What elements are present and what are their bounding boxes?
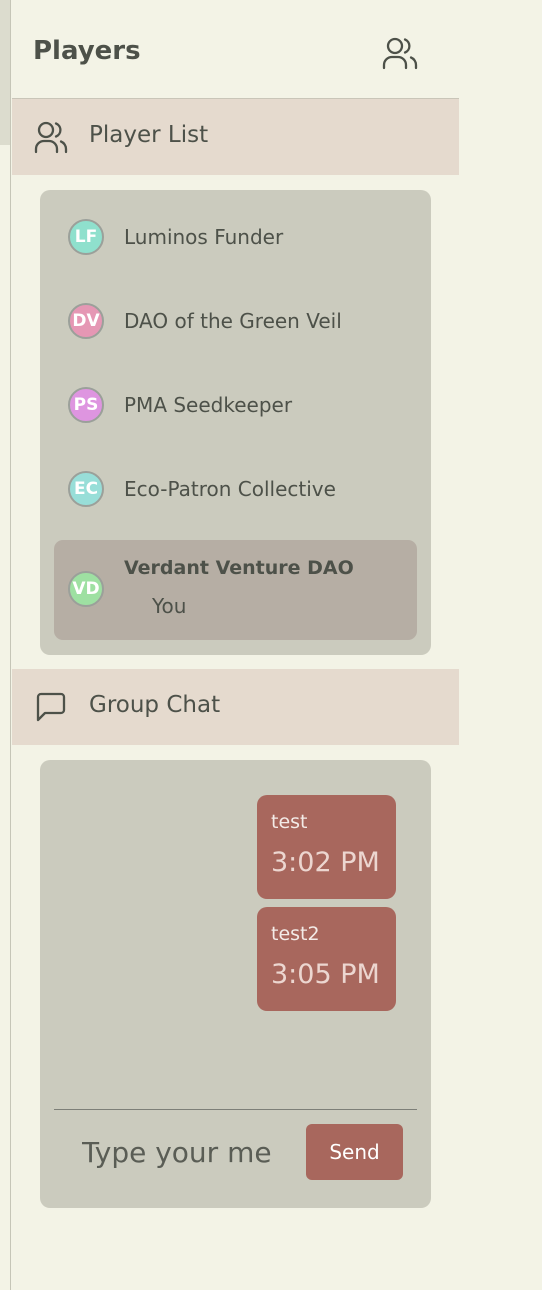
message-text: test2 — [271, 923, 320, 945]
player-item[interactable]: LF Luminos Funder — [54, 200, 417, 276]
group-chat-toggle[interactable]: Group Chat — [12, 669, 459, 745]
avatar: EC — [68, 471, 104, 507]
users-icon — [34, 121, 68, 154]
player-name: PMA Seedkeeper — [124, 393, 293, 417]
group-chat-label: Group Chat — [89, 692, 221, 718]
players-panel: Players Player List LF Luminos Funder DV… — [12, 0, 459, 1290]
player-item[interactable]: PS PMA Seedkeeper — [54, 368, 417, 444]
chat-message[interactable]: test2 3:05 PM — [257, 907, 396, 1011]
left-panel-border — [10, 0, 11, 1290]
player-name: DAO of the Green Veil — [124, 309, 342, 333]
chat-bubble-icon — [36, 692, 66, 722]
avatar: PS — [68, 387, 104, 423]
panel-title: Players — [33, 36, 141, 66]
player-name: Luminos Funder — [124, 225, 284, 249]
player-list-toggle[interactable]: Player List — [12, 99, 459, 175]
player-item-current[interactable]: VD Verdant Venture DAO You — [54, 540, 417, 640]
panel-header: Players — [12, 0, 459, 99]
avatar: LF — [68, 219, 104, 255]
current-player-tag: You — [152, 594, 187, 618]
player-item[interactable]: DV DAO of the Green Veil — [54, 284, 417, 360]
chat-message[interactable]: test 3:02 PM — [257, 795, 396, 899]
message-text: test — [271, 811, 308, 833]
users-icon[interactable] — [382, 36, 418, 70]
player-name: Eco-Patron Collective — [124, 477, 336, 501]
chat-divider — [54, 1109, 417, 1110]
group-chat-card: test 3:02 PM test2 3:05 PM Send — [40, 760, 431, 1208]
chat-message-input[interactable] — [82, 1126, 292, 1178]
player-list-card: LF Luminos Funder DV DAO of the Green Ve… — [40, 190, 431, 655]
avatar: VD — [68, 571, 104, 607]
avatar: DV — [68, 303, 104, 339]
left-panel-edge — [0, 0, 10, 145]
message-time: 3:05 PM — [271, 959, 380, 990]
player-name: Verdant Venture DAO — [124, 557, 354, 579]
message-time: 3:02 PM — [271, 847, 380, 878]
send-button[interactable]: Send — [306, 1124, 403, 1180]
player-list-label: Player List — [89, 122, 209, 148]
player-item[interactable]: EC Eco-Patron Collective — [54, 452, 417, 528]
